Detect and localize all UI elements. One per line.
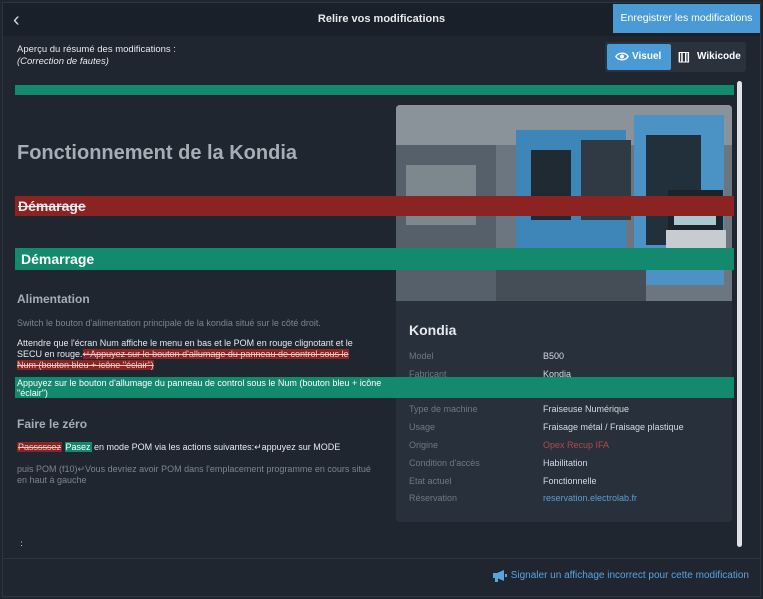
save-changes-button[interactable]: Enregistrer les modifications xyxy=(613,4,760,33)
summary-label: Aperçu du résumé des modifications : xyxy=(17,44,176,55)
section-heading-faire-le-zero: Faire le zéro xyxy=(17,417,88,431)
infobox-row: Type de machine Fraiseuse Numérique xyxy=(409,404,729,418)
deleted-line-marker xyxy=(15,196,734,216)
infobox-key: Type de machine xyxy=(409,404,478,415)
reservation-link[interactable]: reservation.electrolab.fr xyxy=(543,493,637,503)
added-paragraph: Appuyez sur le bouton d'allumage du pann… xyxy=(17,378,382,398)
diff-preview: Kondia ModelB500FabricantKondiaZoneMeca … xyxy=(3,80,745,548)
report-display-link[interactable]: Signaler un affichage incorrect pour cet… xyxy=(492,570,749,582)
alimentation-paragraph: Switch le bouton d'alimentation principa… xyxy=(17,318,321,328)
infobox-key: Usage xyxy=(409,422,436,433)
infobox-key: Condition d'accès xyxy=(409,457,480,468)
wikicode-icon: [[]] xyxy=(678,51,690,63)
added-line-marker xyxy=(15,85,734,95)
wait-paragraph: Attendre que l'écran Num affiche le menu… xyxy=(17,338,353,371)
infobox-row: Réservation reservation.electrolab.fr xyxy=(409,493,729,507)
deleted-text: ↵Appuyez sur le bouton d'allumage du pan… xyxy=(82,349,349,359)
megaphone-icon xyxy=(492,570,507,582)
added-word: Pasez xyxy=(64,442,92,452)
dialog-header: ‹ Relire vos modifications Enregistrer l… xyxy=(3,3,760,36)
wikicode-view-button[interactable]: [[]] Wikicode xyxy=(673,44,744,70)
scrollbar-thumb[interactable] xyxy=(737,81,742,547)
deleted-word: Passsssez xyxy=(17,442,63,452)
infobox-value: B500 xyxy=(543,351,565,361)
infobox-row: Origine Opex Recup IFA xyxy=(409,440,729,454)
section-heading-alimentation: Alimentation xyxy=(17,292,90,306)
review-changes-dialog: ‹ Relire vos modifications Enregistrer l… xyxy=(2,2,761,597)
deleted-heading: Démarage xyxy=(18,198,86,214)
added-heading: Démarrage xyxy=(21,251,95,267)
infobox-key: Model xyxy=(409,351,434,361)
eye-icon xyxy=(615,52,629,61)
wikicode-view-label: Wikicode xyxy=(697,51,741,62)
infobox-value: Opex Recup IFA xyxy=(543,440,610,450)
vertical-scrollbar[interactable] xyxy=(737,81,742,547)
zero-text: en mode POM via les actions suivantes:↵a… xyxy=(91,442,341,452)
infobox-value: Fraisage métal / Fraisage plastique xyxy=(543,422,684,433)
deleted-text: Num (bouton bleu + icône "éclair") xyxy=(17,360,154,370)
visual-view-label: Visuel xyxy=(632,51,662,62)
infobox-row: Usage Fraisage métal / Fraisage plastique xyxy=(409,422,729,436)
infobox-key: Etat actuel xyxy=(409,475,452,486)
footer-divider xyxy=(3,558,760,559)
more-options-icon[interactable]: ⋮ xyxy=(17,540,26,548)
wait-text-line2: SECU en rouge. xyxy=(17,349,83,359)
view-mode-toggle: Visuel [[]] Wikicode xyxy=(605,42,746,72)
infobox-value: Habilitation xyxy=(543,457,588,468)
visual-view-button[interactable]: Visuel xyxy=(607,44,671,70)
summary-value: (Correction de fautes) xyxy=(17,56,109,67)
article-title: Fonctionnement de la Kondia xyxy=(17,142,298,164)
zero-dim-paragraph: puis POM (f10)↵Vous devriez avoir POM da… xyxy=(17,464,371,485)
infobox-row: Model B500 xyxy=(409,351,729,365)
added-line-marker xyxy=(15,248,734,270)
infobox-value: Fonctionnelle xyxy=(543,475,597,486)
infobox-key: Origine xyxy=(409,440,439,450)
infobox-row: Condition d'accès Habilitation xyxy=(409,458,729,472)
machine-infobox: Kondia ModelB500FabricantKondiaZoneMeca … xyxy=(396,105,732,522)
infobox-value: Fraiseuse Numérique xyxy=(543,404,630,415)
infobox-key: Réservation xyxy=(409,493,458,504)
zero-paragraph: Passsssez Pasez en mode POM via les acti… xyxy=(17,442,340,453)
infobox-title: Kondia xyxy=(409,322,457,338)
infobox-row: Etat actuel Fonctionnelle xyxy=(409,476,729,490)
report-display-label: Signaler un affichage incorrect pour cet… xyxy=(510,570,749,581)
wait-text-line1: Attendre que l'écran Num affiche le menu… xyxy=(17,338,353,348)
